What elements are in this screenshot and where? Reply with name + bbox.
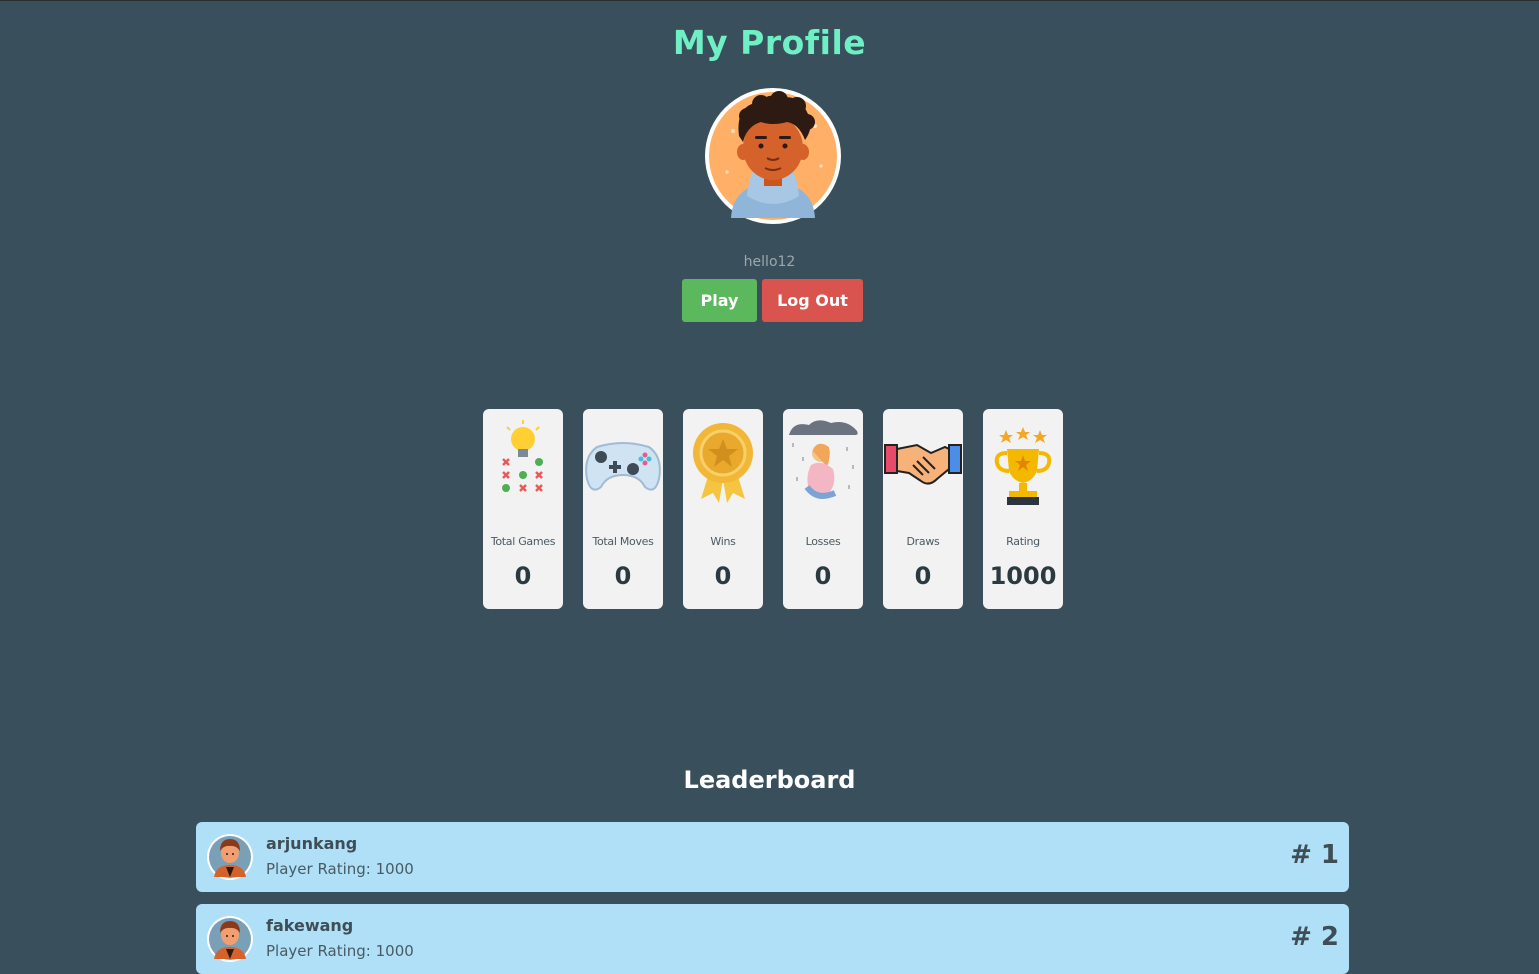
player-rating: Player Rating: 1000 xyxy=(266,860,414,878)
stat-card-total-moves: Total Moves 0 xyxy=(583,409,663,609)
stat-card-total-games: Total Games 0 xyxy=(483,409,563,609)
stat-value: 0 xyxy=(914,562,932,590)
stat-value: 1000 xyxy=(989,562,1057,590)
user-avatar-icon xyxy=(703,86,843,226)
stat-card-draws: Draws 0 xyxy=(883,409,963,609)
stat-value: 0 xyxy=(714,562,732,590)
stat-label: Total Moves xyxy=(592,535,654,548)
player-name: fakewang xyxy=(266,916,354,935)
handshake-icon xyxy=(883,417,963,512)
leaderboard-title: Leaderboard xyxy=(683,766,856,794)
player-rank: # 2 xyxy=(1290,922,1339,952)
player-rank: # 1 xyxy=(1290,840,1339,870)
username: hello12 xyxy=(743,254,796,270)
sad-person-rain-icon xyxy=(783,417,863,512)
stat-label: Wins xyxy=(710,535,736,548)
stat-label: Draws xyxy=(906,535,940,548)
player-rating: Player Rating: 1000 xyxy=(266,942,414,960)
page-title: My Profile xyxy=(672,23,867,62)
stat-value: 0 xyxy=(614,562,632,590)
gamepad-icon xyxy=(583,417,663,512)
stat-label: Rating xyxy=(1006,535,1040,548)
leaderboard-row[interactable]: fakewang Player Rating: 1000 # 2 xyxy=(196,904,1349,974)
tic-tac-toe-idea-icon xyxy=(483,417,563,512)
stat-label: Total Games xyxy=(490,535,556,548)
leaderboard-row[interactable]: arjunkang Player Rating: 1000 # 1 xyxy=(196,822,1349,892)
player-avatar-icon xyxy=(206,915,254,963)
logout-button[interactable]: Log Out xyxy=(762,279,863,322)
stat-value: 0 xyxy=(814,562,832,590)
stat-card-wins: Wins 0 xyxy=(683,409,763,609)
play-button[interactable]: Play xyxy=(682,279,757,322)
medal-icon xyxy=(683,417,763,512)
stat-card-rating: Rating 1000 xyxy=(983,409,1063,609)
stat-card-losses: Losses 0 xyxy=(783,409,863,609)
stat-value: 0 xyxy=(514,562,532,590)
stat-label: Losses xyxy=(805,535,841,548)
player-name: arjunkang xyxy=(266,834,358,853)
player-avatar-icon xyxy=(206,833,254,881)
trophy-icon xyxy=(983,417,1063,512)
